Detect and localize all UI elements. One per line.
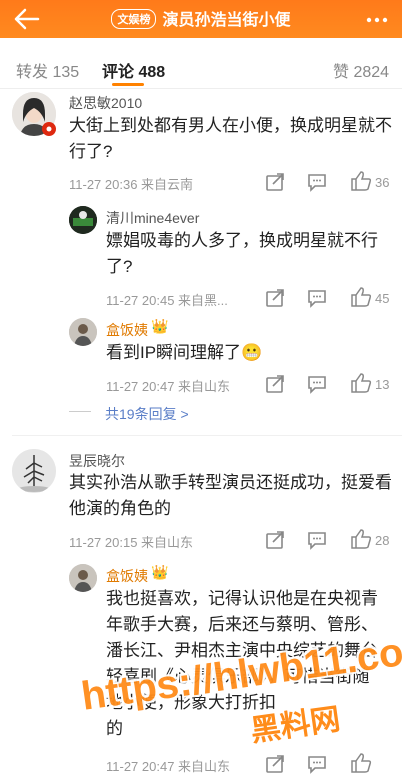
share-icon[interactable] [264,529,286,551]
like-icon[interactable] [350,170,372,192]
reply-text: 嫖娼吸毒的人多了，换成明星就不行 了? [106,231,378,276]
reply-username[interactable]: 清川mine4ever [106,208,199,228]
tab-active-indicator [112,83,144,86]
avatar-image [69,206,97,234]
like-count: 13 [375,377,390,392]
comment-icon[interactable] [306,529,328,551]
crown-badge-icon: 👑 [151,564,169,580]
avatar-image [69,318,97,346]
like-count: 28 [375,533,390,548]
like-icon[interactable] [350,752,372,774]
comment-icon[interactable] [306,373,328,395]
like-icon[interactable] [350,372,372,394]
more-icon[interactable] [366,12,388,28]
avatar[interactable] [69,206,97,234]
view-replies-link[interactable]: 共19条回复 > [105,404,189,424]
topic-title: 演员孙浩当街小便 [162,12,291,29]
avatar-image [69,564,97,592]
comment-username[interactable]: 赵思敏2010 [69,93,142,113]
share-icon[interactable] [264,171,286,193]
tab-comments[interactable]: 评论 488 [102,58,165,82]
comment-meta: 11-27 20:36 来自云南 [69,177,194,192]
comment-icon[interactable] [306,171,328,193]
reply-username[interactable]: 盒饭姨 [106,320,148,340]
reply-meta: 11-27 20:47 来自山东 [106,379,231,394]
replies-line [69,411,91,412]
reply-username[interactable]: 盒饭姨 [106,566,148,586]
avatar[interactable] [12,449,56,493]
comment-text: 其实孙浩从歌手转型演员还挺成功，挺爱看 他演的角色的 [69,473,392,518]
share-icon[interactable] [264,373,286,395]
avatar[interactable] [69,318,97,346]
like-icon[interactable] [350,528,372,550]
reply-text: 看到IP瞬间理解了😬 [106,343,263,362]
tab-repost[interactable]: 转发 135 [16,58,79,82]
comment-meta: 11-27 20:15 来自山东 [69,535,194,550]
comment-text: 大街上到处都有男人在小便，换成明星就不 行了? [69,116,392,161]
avatar-image [12,449,56,493]
top-bar: 文娱榜 演员孙浩当街小便 [0,0,402,38]
tab-bar: 转发 135 评论 488 赞 2824 [0,38,402,88]
page-title: 文娱榜 演员孙浩当街小便 [0,6,402,30]
comment-icon[interactable] [306,287,328,309]
comment-username[interactable]: 昱辰晓尔 [69,451,125,471]
region-flag-icon [42,122,56,136]
tab-likes[interactable]: 赞 2824 [333,58,389,82]
like-count: 36 [375,175,390,190]
comment-icon[interactable] [306,753,328,775]
like-icon[interactable] [350,286,372,308]
reply-meta: 11-27 20:45 来自黑... [106,293,228,308]
avatar[interactable] [69,564,97,592]
share-icon[interactable] [264,753,286,775]
crown-badge-icon: 👑 [151,318,169,334]
divider [12,435,402,436]
like-count: 45 [375,291,390,306]
reply-meta: 11-27 20:47 来自山东 [106,759,231,774]
category-tag: 文娱榜 [111,9,157,29]
divider [0,88,402,89]
share-icon[interactable] [264,287,286,309]
